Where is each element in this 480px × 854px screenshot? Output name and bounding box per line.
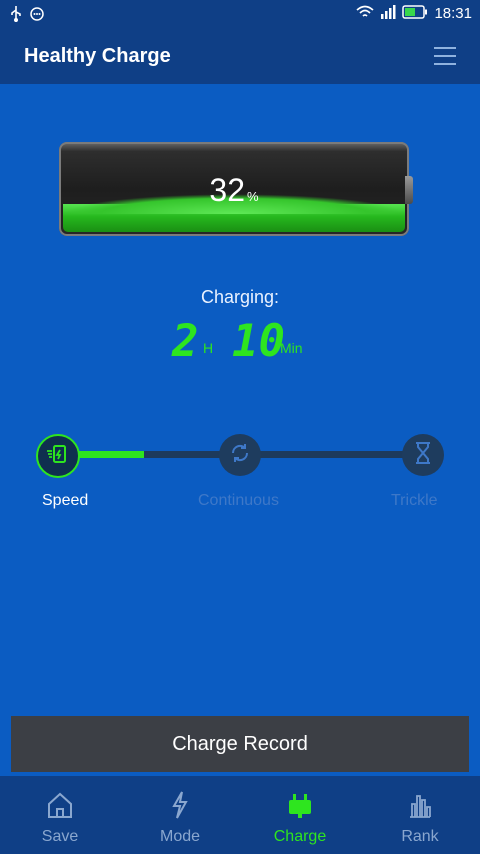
- home-icon: [46, 790, 74, 820]
- charge-plug-icon: [286, 790, 314, 820]
- signal-icon: [380, 5, 396, 22]
- app-title: Healthy Charge: [24, 45, 171, 67]
- status-left: [10, 6, 44, 25]
- mode-speed-label: Speed: [42, 492, 89, 509]
- app-bar: Healthy Charge: [0, 30, 480, 84]
- mode-continuous-button[interactable]: [219, 434, 261, 476]
- bottom-nav: Save Mode Charge Rank: [0, 776, 480, 854]
- mode-speed-button[interactable]: [36, 434, 80, 478]
- mode-trickle-label: Trickle: [391, 492, 438, 509]
- continuous-cycle-icon: [228, 441, 252, 470]
- nav-rank-label: Rank: [401, 828, 439, 845]
- battery-percent-value: 32: [209, 172, 246, 208]
- nav-charge[interactable]: Charge: [240, 776, 360, 854]
- battery-terminal: [405, 176, 413, 204]
- notification-icon: [30, 7, 44, 24]
- battery-percent-unit: %: [247, 189, 259, 204]
- bar-chart-icon: [406, 790, 434, 820]
- battery-percentage: 32%: [59, 172, 409, 209]
- battery-body: 32%: [59, 142, 409, 236]
- nav-mode-label: Mode: [159, 828, 201, 845]
- battery-icon: [402, 5, 428, 22]
- usb-icon: [10, 6, 22, 25]
- battery-indicator: 32%: [59, 142, 413, 238]
- nav-save-label: Save: [41, 828, 79, 845]
- hours-value: 2: [172, 316, 199, 367]
- charging-time: 2 H 10 Min: [0, 316, 480, 367]
- hours-unit: H: [203, 340, 214, 356]
- nav-mode[interactable]: Mode: [120, 776, 240, 854]
- hourglass-icon: [412, 441, 434, 470]
- charge-record-button[interactable]: Charge Record: [11, 716, 469, 772]
- lightning-icon: [166, 790, 194, 820]
- nav-rank[interactable]: Rank: [360, 776, 480, 854]
- status-time: 18:31: [434, 5, 472, 22]
- nav-charge-label: Charge: [273, 828, 327, 845]
- mode-trickle-button[interactable]: [402, 434, 444, 476]
- charging-label: Charging:: [200, 287, 280, 307]
- status-bar: 18:31: [0, 0, 480, 30]
- mode-continuous-label: Continuous: [198, 492, 279, 509]
- minutes-unit: Min: [280, 340, 303, 356]
- wifi-icon: [356, 5, 375, 22]
- speed-charge-icon: [46, 442, 70, 471]
- nav-save[interactable]: Save: [0, 776, 120, 854]
- menu-icon[interactable]: [434, 47, 456, 65]
- minutes-value: 10: [232, 316, 285, 367]
- status-right: 18:31: [356, 5, 472, 22]
